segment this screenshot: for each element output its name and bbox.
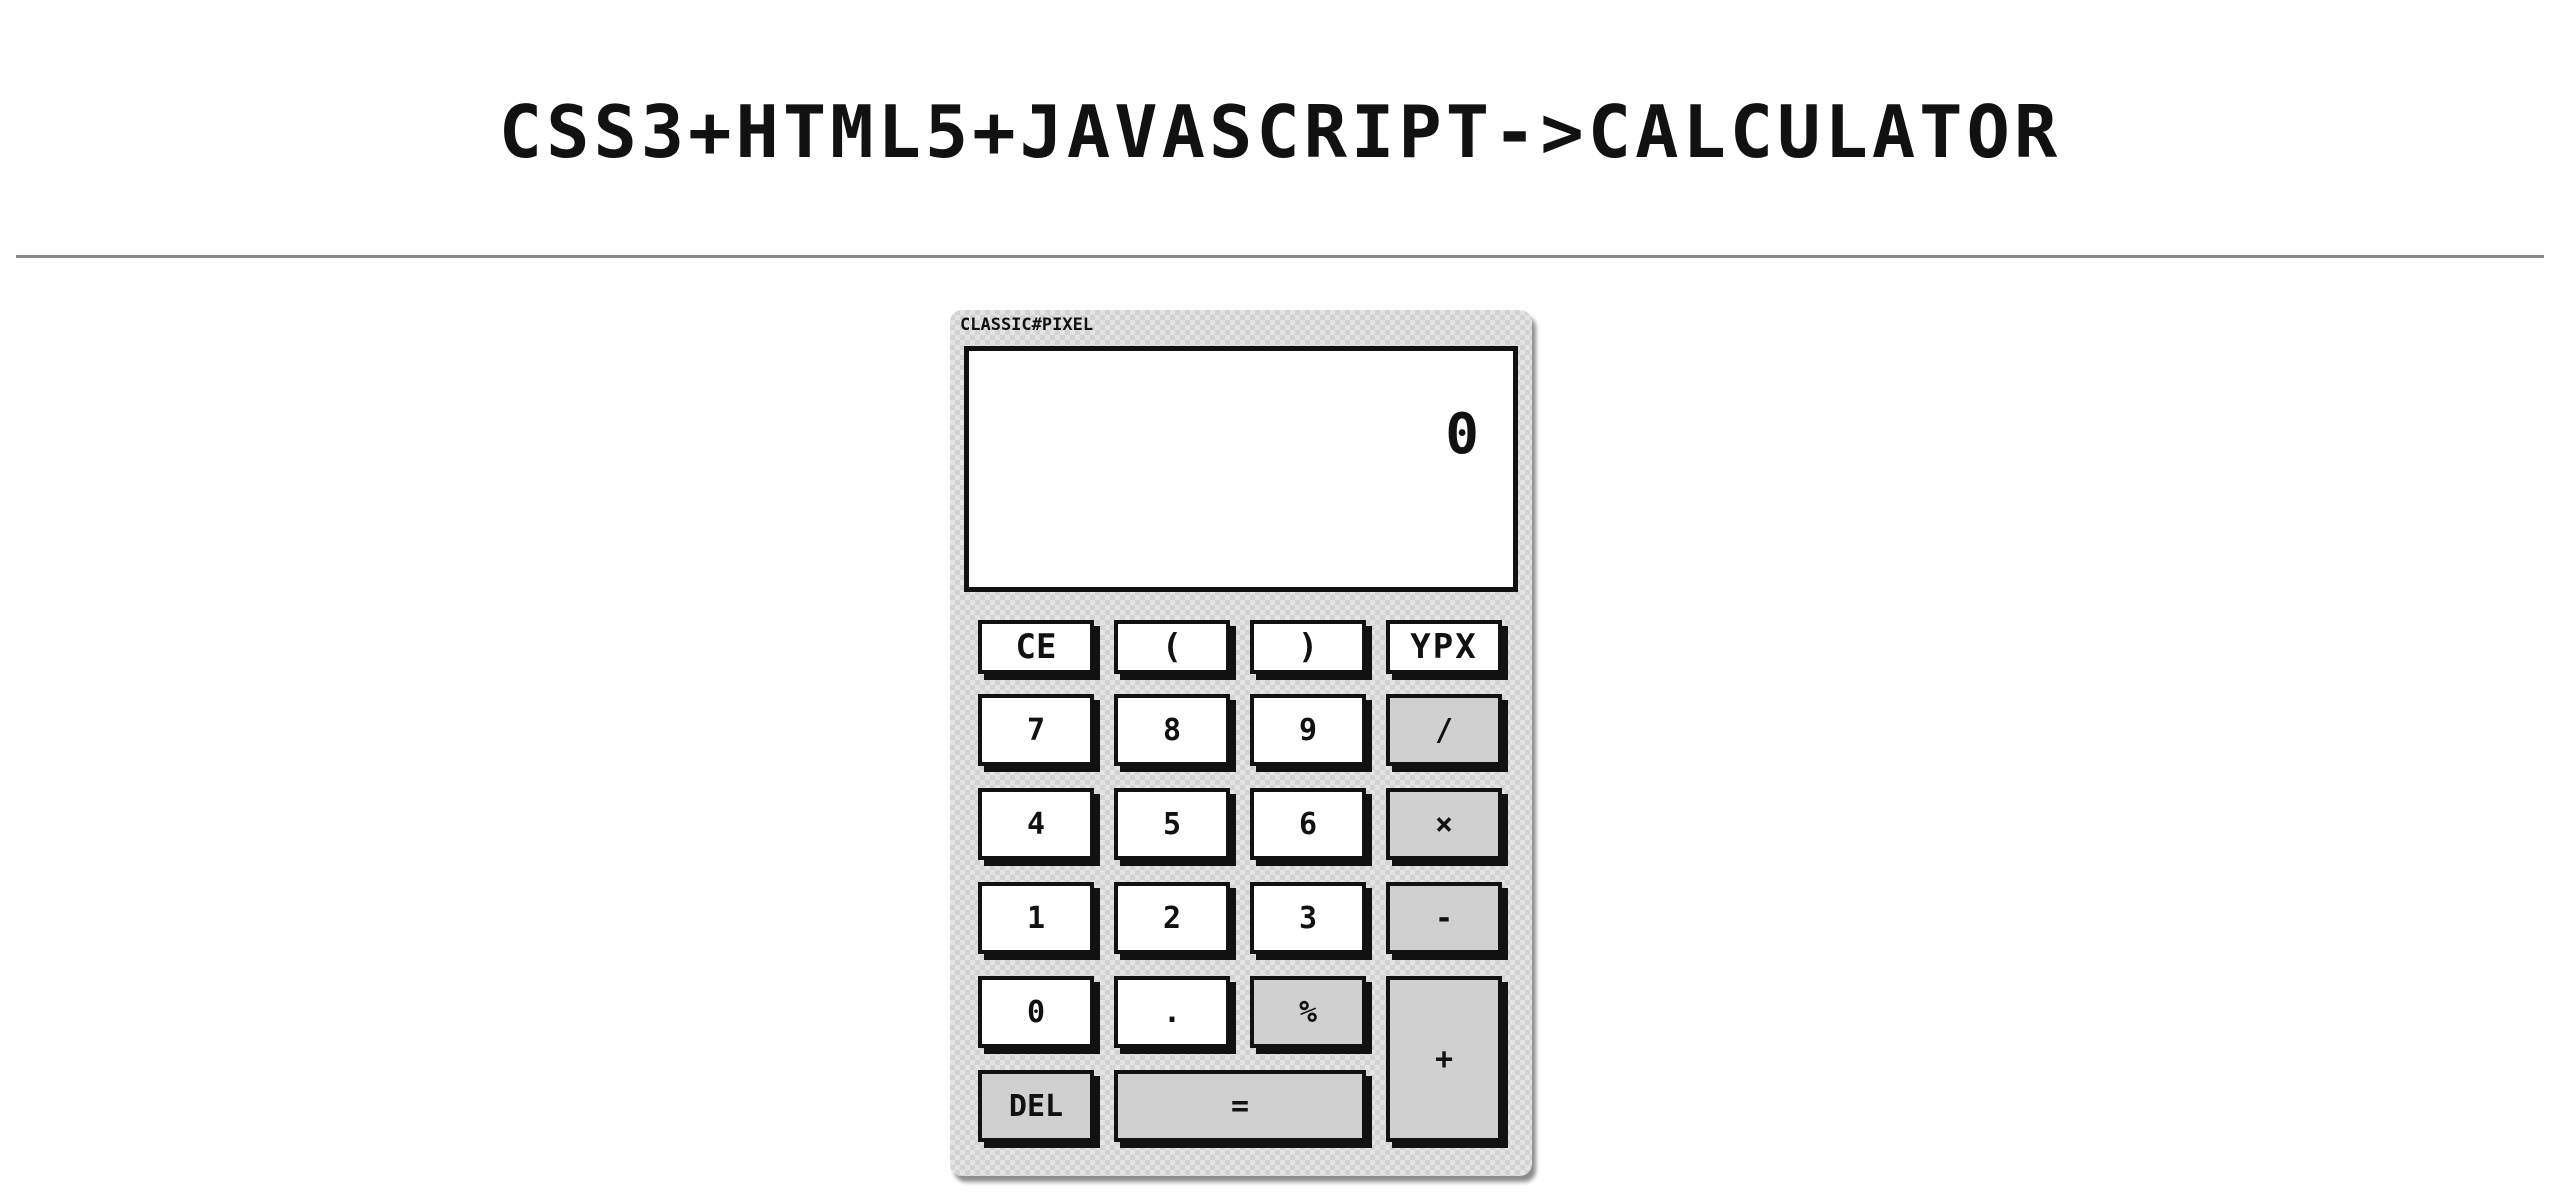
digit-6-button[interactable]: 6	[1250, 788, 1366, 860]
minus-button[interactable]: -	[1386, 882, 1502, 954]
digit-3-button[interactable]: 3	[1250, 882, 1366, 954]
display-screen: 0	[964, 346, 1518, 592]
decimal-point-button[interactable]: .	[1114, 976, 1230, 1048]
digit-5-button[interactable]: 5	[1114, 788, 1230, 860]
digit-1-button[interactable]: 1	[978, 882, 1094, 954]
title-divider	[16, 255, 2544, 258]
plus-button[interactable]: +	[1386, 976, 1502, 1142]
digit-4-button[interactable]: 4	[978, 788, 1094, 860]
clear-entry-button[interactable]: CE	[978, 620, 1094, 674]
close-paren-button[interactable]: )	[1250, 620, 1366, 674]
digit-0-button[interactable]: 0	[978, 976, 1094, 1048]
digit-2-button[interactable]: 2	[1114, 882, 1230, 954]
multiply-button[interactable]: ×	[1386, 788, 1502, 860]
divide-button[interactable]: /	[1386, 694, 1502, 766]
display-value: 0	[1445, 402, 1479, 467]
percent-button[interactable]: %	[1250, 976, 1366, 1048]
digit-9-button[interactable]: 9	[1250, 694, 1366, 766]
brand-label: CLASSIC#PIXEL	[960, 315, 1094, 335]
ypx-button[interactable]: YPX	[1386, 620, 1502, 674]
digit-8-button[interactable]: 8	[1114, 694, 1230, 766]
page-title: CSS3+HTML5+JAVASCRIPT->CALCULATOR	[498, 90, 2062, 174]
equals-button[interactable]: =	[1114, 1070, 1366, 1142]
calculator: CLASSIC#PIXEL 0 CE ( ) YPX 7 8 9 / 4 5 6…	[950, 310, 1532, 1176]
digit-7-button[interactable]: 7	[978, 694, 1094, 766]
delete-button[interactable]: DEL	[978, 1070, 1094, 1142]
open-paren-button[interactable]: (	[1114, 620, 1230, 674]
